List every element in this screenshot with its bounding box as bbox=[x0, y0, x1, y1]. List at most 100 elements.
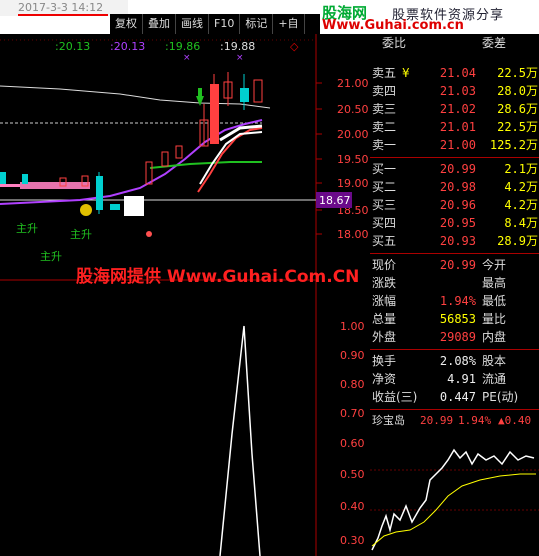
ask-volume: 28.0万 bbox=[497, 84, 538, 98]
header-diff: 委差 bbox=[482, 36, 507, 50]
ask-price: 21.02 bbox=[439, 102, 476, 116]
bid-row-2[interactable]: 买二 20.98 4.2万 bbox=[370, 178, 539, 196]
stat-label: 外盘 bbox=[372, 330, 397, 344]
custom-button[interactable]: +自 bbox=[273, 14, 305, 34]
bid-row-3[interactable]: 买三 20.96 4.2万 bbox=[370, 196, 539, 214]
mini-change: ▲0.40 bbox=[498, 414, 532, 427]
indicator-tick: 0.80 bbox=[340, 378, 365, 391]
ask-volume: 22.5万 bbox=[497, 66, 538, 80]
candle bbox=[253, 79, 263, 103]
overlay-button[interactable]: 叠加 bbox=[143, 14, 176, 34]
stat-value: 0.447 bbox=[439, 390, 476, 404]
stat-label: 净资 bbox=[372, 372, 397, 386]
brand-url: Www.Guhai.com.cn bbox=[322, 18, 464, 33]
stat-row-change: 涨跌 最高 bbox=[370, 274, 539, 292]
bid-price: 20.95 bbox=[439, 216, 476, 230]
stat-label: PE(动) bbox=[482, 390, 519, 404]
price-tick: 19.50 bbox=[337, 153, 369, 166]
ask-bid-divider bbox=[370, 157, 539, 158]
stat-label: 内盘 bbox=[482, 330, 507, 344]
price-axis-ticks bbox=[316, 82, 322, 235]
ask-volume: 22.5万 bbox=[497, 120, 538, 134]
ma10-label: :20.13 bbox=[110, 40, 145, 53]
bid-price: 20.98 bbox=[439, 180, 476, 194]
candle bbox=[0, 172, 6, 184]
date-text: 2017-3-3 14:12 bbox=[18, 1, 104, 14]
bid-label: 买三 bbox=[372, 198, 397, 212]
price-tick: 19.00 bbox=[337, 177, 369, 190]
mini-chart-header[interactable]: 珍宝岛 20.99 1.94% ▲0.40 bbox=[370, 412, 539, 430]
ask-volume: 28.6万 bbox=[497, 102, 538, 116]
stat-label: 流通 bbox=[482, 372, 507, 386]
stats-divider bbox=[370, 349, 539, 350]
ask-row-3[interactable]: 卖三 21.02 28.6万 bbox=[370, 100, 539, 118]
bid-price: 20.96 bbox=[439, 198, 476, 212]
watermark-text: 股海网提供 Www.Guhai.Com.CN bbox=[76, 267, 360, 287]
bid-price: 20.99 bbox=[439, 162, 476, 176]
candle bbox=[110, 204, 120, 210]
ask-label: 卖二 bbox=[372, 120, 397, 134]
bid-volume: 4.2万 bbox=[504, 180, 538, 194]
money-bag-icon bbox=[80, 204, 92, 216]
candle bbox=[124, 196, 144, 216]
candle bbox=[22, 174, 28, 184]
stat-label: 收益(三) bbox=[372, 390, 418, 404]
top-bar: 2017-3-3 14:12 复权 叠加 画线 F10 标记 +自 股海网 股票… bbox=[0, 0, 539, 34]
restore-rights-button[interactable]: 复权 bbox=[110, 14, 143, 34]
bid-label: 买一 bbox=[372, 162, 397, 176]
indicator-tick: 0.30 bbox=[340, 534, 365, 547]
bid-row-4[interactable]: 买四 20.95 8.4万 bbox=[370, 214, 539, 232]
bid-price: 20.93 bbox=[439, 234, 476, 248]
stat-label: 涨跌 bbox=[372, 276, 397, 290]
price-tick: 20.50 bbox=[337, 103, 369, 116]
draw-line-button[interactable]: 画线 bbox=[176, 14, 209, 34]
mini-pct: 1.94% bbox=[458, 414, 492, 427]
ask-row-2[interactable]: 卖二 21.01 22.5万 bbox=[370, 118, 539, 136]
bid-volume: 4.2万 bbox=[504, 198, 538, 212]
kline-chart[interactable]: :20.13 :20.13 :19.86 :19.88 × × ◇ 21.00 … bbox=[0, 34, 370, 556]
stat-row-turnover: 换手 2.08% 股本 bbox=[370, 352, 539, 370]
f10-button[interactable]: F10 bbox=[209, 14, 241, 34]
stat-row-earnings: 收益(三) 0.447 PE(动) bbox=[370, 388, 539, 406]
stat-label: 量比 bbox=[482, 312, 507, 326]
ask-label: 卖三 bbox=[372, 102, 397, 116]
candlesticks bbox=[0, 72, 263, 216]
pink-band-left bbox=[0, 184, 20, 187]
stat-row-net-assets: 净资 4.91 流通 bbox=[370, 370, 539, 388]
date-underline bbox=[18, 14, 108, 16]
mini-price-line bbox=[371, 448, 535, 551]
ask-price: 21.03 bbox=[439, 84, 476, 98]
quote-panel: 委比 委差 卖五 ¥ 21.04 22.5万 卖四 21.03 28.0万 卖三… bbox=[370, 34, 539, 556]
indicator-tick: 0.70 bbox=[340, 407, 365, 420]
ask-flag: ¥ bbox=[402, 66, 410, 80]
stat-row-outer: 外盘 29089 内盘 bbox=[370, 328, 539, 346]
bid-row-1[interactable]: 买一 20.99 2.1万 bbox=[370, 160, 539, 178]
signal-dot-icon bbox=[146, 231, 152, 237]
ma5-label: :20.13 bbox=[55, 40, 90, 53]
ma60-line bbox=[0, 85, 271, 109]
ask-price: 21.00 bbox=[439, 138, 476, 152]
signal-label: 主升 bbox=[40, 250, 62, 263]
stat-value: 2.08% bbox=[439, 354, 476, 368]
ask-row-1[interactable]: 卖一 21.00 125.2万 bbox=[370, 136, 539, 154]
signal-label: 主升 bbox=[70, 228, 92, 241]
bid-row-5[interactable]: 买五 20.93 28.9万 bbox=[370, 232, 539, 250]
indicator-tick: 0.50 bbox=[340, 468, 365, 481]
stat-value: 1.94% bbox=[439, 294, 476, 308]
bid-volume: 2.1万 bbox=[504, 162, 538, 176]
candle bbox=[175, 145, 183, 159]
ask-row-4[interactable]: 卖四 21.03 28.0万 bbox=[370, 82, 539, 100]
mark-button[interactable]: 标记 bbox=[240, 14, 274, 34]
stat-label: 最高 bbox=[482, 276, 507, 290]
intraday-mini-chart[interactable] bbox=[370, 430, 539, 556]
ma60-label: :19.88 bbox=[220, 40, 255, 53]
brand-banner: 股海网 股票软件资源分享 Www.Guhai.com.cn bbox=[320, 0, 539, 34]
signal-label: 主升 bbox=[16, 222, 38, 235]
marker-x-1: × bbox=[183, 53, 191, 63]
bid-volume: 8.4万 bbox=[504, 216, 538, 230]
stat-value: 29089 bbox=[439, 330, 476, 344]
ask-label: 卖四 bbox=[372, 84, 397, 98]
stat-row-price: 现价 20.99 今开 bbox=[370, 256, 539, 274]
ask-row-5[interactable]: 卖五 ¥ 21.04 22.5万 bbox=[370, 64, 539, 82]
indicator-tick: 0.60 bbox=[340, 437, 365, 450]
